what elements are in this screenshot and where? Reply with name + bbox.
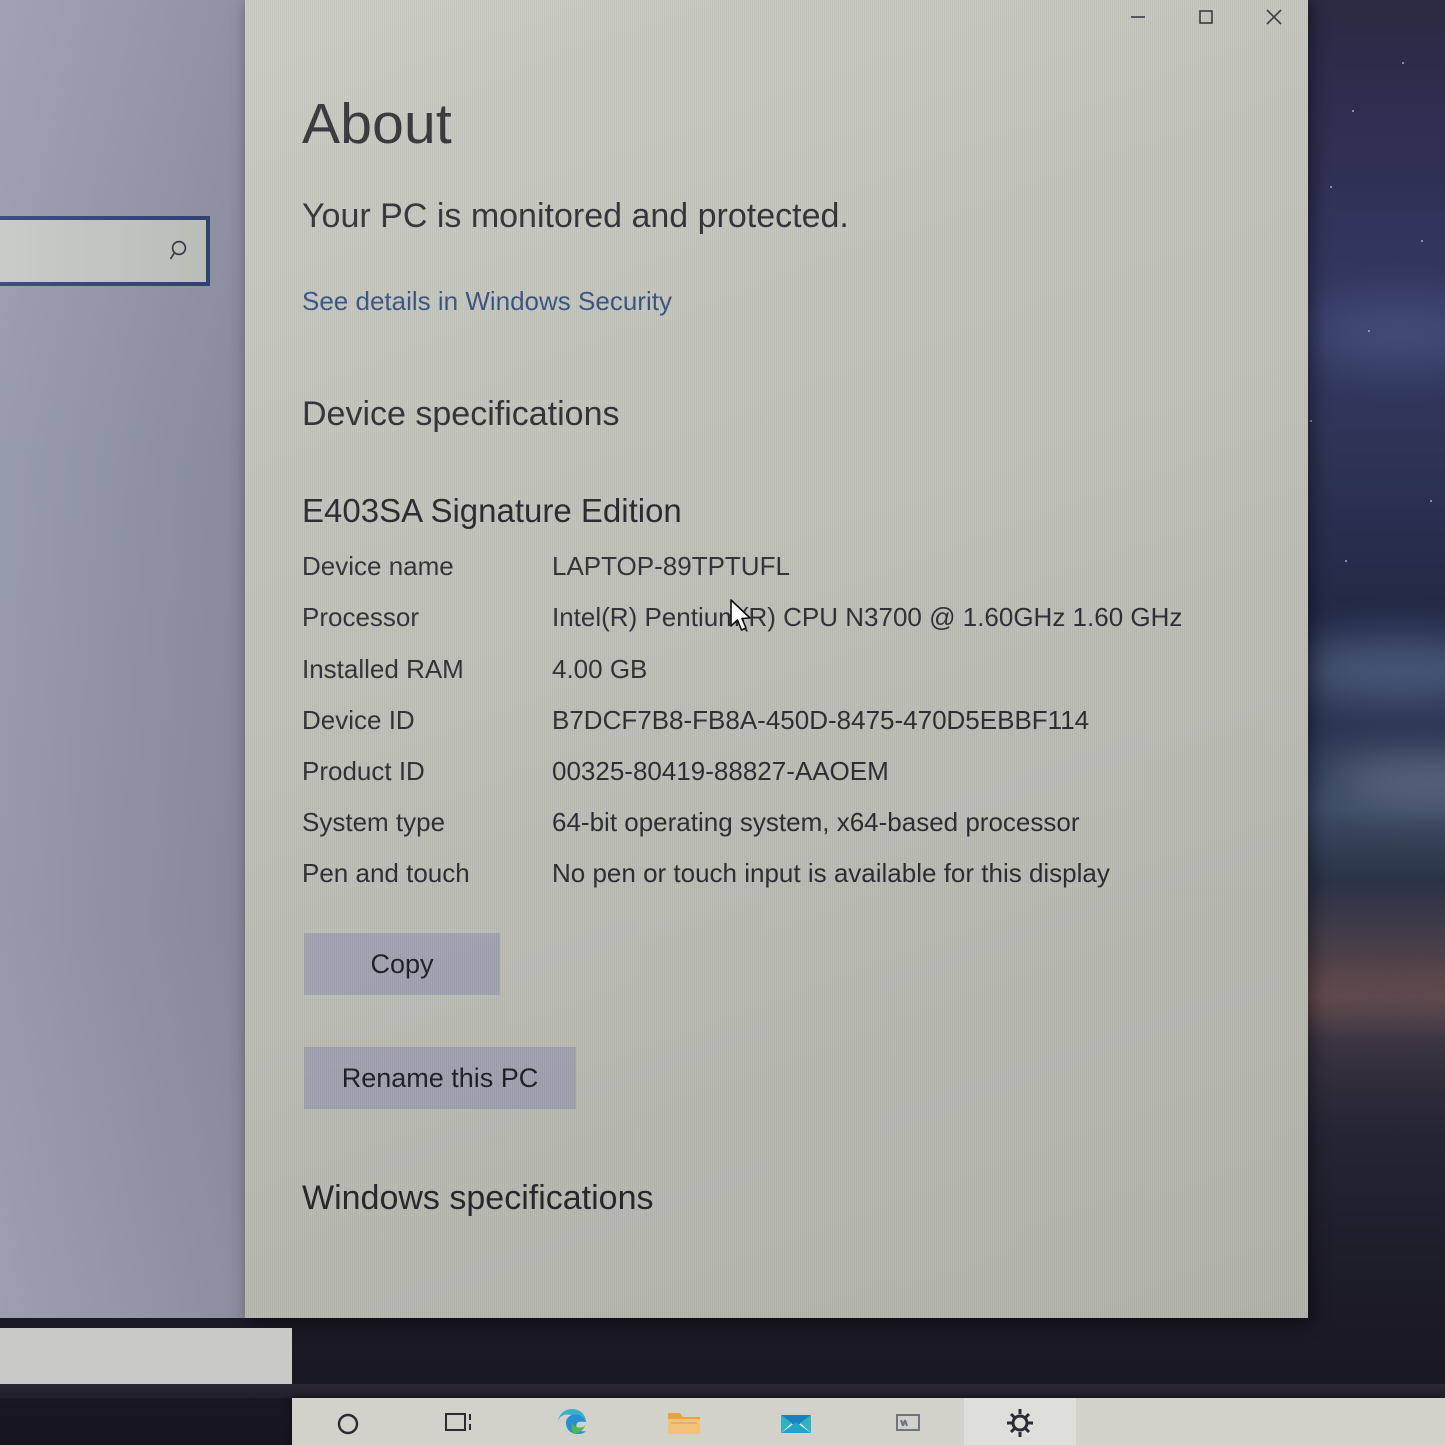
spec-value: B7DCF7B8-FB8A-450D-8475-470D5EBBF114 <box>552 704 1090 735</box>
windows-specifications-heading: Windows specifications <box>302 1179 654 1218</box>
window-titlebar <box>245 0 1308 50</box>
table-row: Installed RAM 4.00 GB <box>302 644 1232 695</box>
protection-status-text: Your PC is monitored and protected. <box>302 197 849 235</box>
spec-label: Processor <box>302 602 420 633</box>
spec-label: Installed RAM <box>302 653 464 684</box>
device-specifications-table: Device name LAPTOP-89TPTUFL Processor In… <box>302 541 1232 899</box>
table-row: Product ID 00325-80419-88827-AAOEM <box>302 746 1232 797</box>
spec-label: Device name <box>302 551 454 582</box>
spec-value: Intel(R) Pentium(R) CPU N3700 @ 1.60GHz … <box>552 602 1183 633</box>
spec-value: 4.00 GB <box>552 653 648 684</box>
spec-label: System type <box>302 806 446 837</box>
table-row: Device name LAPTOP-89TPTUFL <box>302 541 1232 592</box>
spec-value: 64-bit operating system, x64-based proce… <box>552 806 1080 837</box>
spec-value: LAPTOP-89TPTUFL <box>552 551 790 582</box>
copy-button[interactable]: Copy <box>304 933 500 996</box>
taskbar-item-settings[interactable] <box>964 1398 1076 1445</box>
taskbar-item-mail[interactable] <box>740 1398 852 1445</box>
spec-value: 00325-80419-88827-AAOEM <box>552 755 889 786</box>
maximize-button[interactable] <box>1172 0 1240 38</box>
spec-label: Pen and touch <box>302 857 470 888</box>
search-icon <box>168 238 194 264</box>
device-specifications-heading: Device specifications <box>302 395 620 434</box>
taskbar-item-task-view[interactable] <box>404 1398 516 1445</box>
taskbar <box>292 1398 1445 1445</box>
about-page-content: About Your PC is monitored and protected… <box>245 0 1308 1318</box>
taskbar-item-edge[interactable] <box>516 1398 628 1445</box>
screen: About Your PC is monitored and protected… <box>0 0 1445 1445</box>
desktop-gap-strip <box>0 1384 1445 1398</box>
spec-label: Device ID <box>302 704 415 735</box>
settings-nav-panel <box>0 0 248 1318</box>
taskbar-item-file-explorer[interactable] <box>628 1398 740 1445</box>
search-input[interactable] <box>0 216 210 286</box>
minimize-button[interactable] <box>1104 0 1172 38</box>
page-title: About <box>302 92 452 156</box>
rename-this-pc-button[interactable]: Rename this PC <box>304 1047 576 1110</box>
table-row: System type 64-bit operating system, x64… <box>302 797 1232 848</box>
spec-value: No pen or touch input is available for t… <box>552 857 1110 888</box>
close-button[interactable] <box>1240 0 1308 38</box>
table-row: Device ID B7DCF7B8-FB8A-450D-8475-470D5E… <box>302 695 1232 746</box>
taskbar-item-word[interactable] <box>852 1398 964 1445</box>
spec-label: Product ID <box>302 755 425 786</box>
device-model-name: E403SA Signature Edition <box>302 492 682 530</box>
table-row: Processor Intel(R) Pentium(R) CPU N3700 … <box>302 592 1232 643</box>
settings-window: About Your PC is monitored and protected… <box>245 0 1308 1318</box>
windows-security-link[interactable]: See details in Windows Security <box>302 286 672 317</box>
table-row: Pen and touch No pen or touch input is a… <box>302 848 1232 899</box>
taskbar-item-search[interactable] <box>292 1398 404 1445</box>
